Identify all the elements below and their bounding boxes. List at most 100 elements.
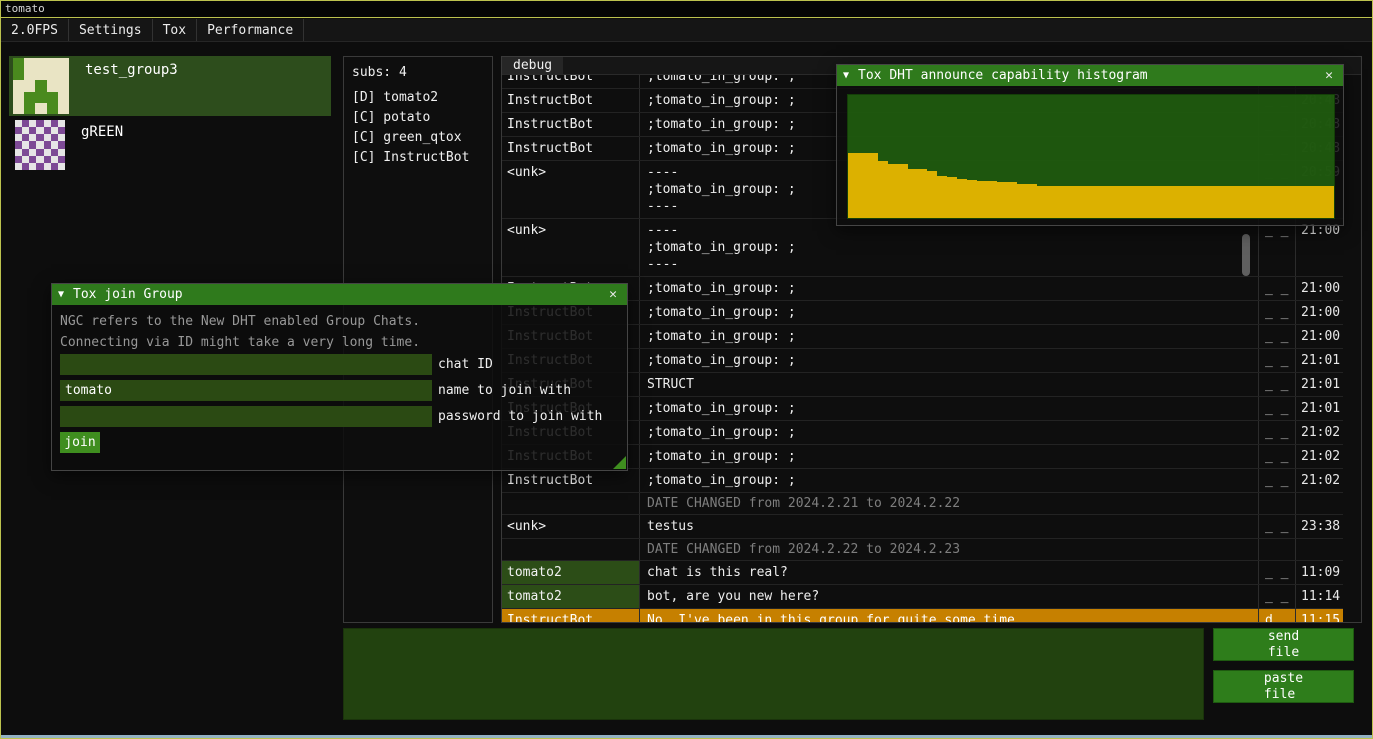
chat-time: 11:09	[1295, 561, 1343, 584]
chat-message-row[interactable]: InstructBot;tomato_in_group: ;_ _21:00	[502, 325, 1343, 349]
chat-message-row[interactable]: InstructBot;tomato_in_group: ;_ _21:02	[502, 445, 1343, 469]
histogram-bar	[1265, 186, 1275, 218]
collapse-icon[interactable]: ▼	[843, 70, 849, 81]
chat-message: ;tomato_in_group: ;	[639, 349, 1258, 372]
chat-sender: InstructBot	[502, 469, 639, 492]
paste-file-button[interactable]: paste file	[1213, 670, 1354, 703]
chat-message: chat is this real?	[639, 561, 1258, 584]
chat-flags: _ _	[1258, 421, 1295, 444]
chat-message: DATE CHANGED from 2024.2.22 to 2024.2.23	[639, 539, 1258, 560]
send-file-button[interactable]: send file	[1213, 628, 1354, 661]
histogram-bar	[1076, 186, 1086, 218]
chat-time	[1295, 539, 1343, 560]
histogram-bar	[957, 179, 967, 218]
chat-id-label: chat ID	[438, 354, 493, 375]
chat-message-row[interactable]: InstructBot;tomato_in_group: ;_ _21:01	[502, 397, 1343, 421]
join-button[interactable]: join	[60, 432, 100, 453]
chat-message-row[interactable]: tomato2chat is this real?_ _11:09	[502, 561, 1343, 585]
contact-row-gREEN[interactable]: gREEN	[9, 118, 331, 172]
chat-scrollbar[interactable]	[1242, 234, 1250, 276]
join-name-input[interactable]	[60, 380, 432, 401]
chat-time: 11:14	[1295, 585, 1343, 608]
histogram-bar	[1245, 186, 1255, 218]
histogram-bar	[908, 169, 918, 218]
window-titlebar[interactable]: tomato	[1, 1, 1372, 18]
join-window-body: NGC refers to the New DHT enabled Group …	[52, 305, 627, 470]
histogram-bar	[1314, 186, 1324, 218]
tab-debug[interactable]: debug	[502, 57, 563, 74]
member-item[interactable]: [C] potato	[352, 108, 492, 128]
chat-flags: _ _	[1258, 373, 1295, 396]
join-password-input[interactable]	[60, 406, 432, 427]
histogram-plot	[847, 94, 1335, 219]
chat-time: 11:15	[1295, 609, 1343, 622]
menu-settings[interactable]: Settings	[69, 19, 153, 41]
join-window-titlebar[interactable]: ▼ Tox join Group ✕	[52, 284, 627, 305]
histogram-bar	[937, 176, 947, 218]
chat-message-row[interactable]: tomato2bot, are you new here?_ _11:14	[502, 585, 1343, 609]
histogram-bar	[927, 171, 937, 218]
chat-flags	[1258, 493, 1295, 514]
chat-id-input[interactable]	[60, 354, 432, 375]
chat-time: 21:00	[1295, 325, 1343, 348]
chat-time: 21:01	[1295, 397, 1343, 420]
chat-message-row[interactable]: <unk>---- ;tomato_in_group: ; ----_ _21:…	[502, 219, 1343, 277]
chat-message-row[interactable]: InstructBot;tomato_in_group: ;_ _21:02	[502, 421, 1343, 445]
close-icon[interactable]: ✕	[605, 287, 621, 302]
group-avatar	[13, 58, 69, 114]
histogram-bar	[1255, 186, 1265, 218]
chat-system-row: DATE CHANGED from 2024.2.21 to 2024.2.22	[502, 493, 1343, 515]
contact-row-test_group3[interactable]: test_group3	[9, 56, 331, 116]
chat-time: 21:02	[1295, 421, 1343, 444]
chat-message-row[interactable]: InstructBot;tomato_in_group: ;_ _21:00	[502, 301, 1343, 325]
histogram-window-titlebar[interactable]: ▼ Tox DHT announce capability histogram …	[837, 65, 1343, 86]
chat-sender: <unk>	[502, 219, 639, 276]
close-icon[interactable]: ✕	[1321, 68, 1337, 83]
histogram-bar	[1146, 186, 1156, 218]
chat-time	[1295, 493, 1343, 514]
histogram-bar	[987, 181, 997, 218]
chat-message-row[interactable]: InstructBotNo, I've been in this group f…	[502, 609, 1343, 622]
member-item[interactable]: [D] tomato2	[352, 88, 492, 108]
histogram-window-title: Tox DHT announce capability histogram	[858, 68, 1148, 83]
histogram-bar	[977, 181, 987, 218]
chat-message-row[interactable]: InstructBot;tomato_in_group: ;_ _21:00	[502, 277, 1343, 301]
chat-message: No, I've been in this group for quite so…	[639, 609, 1258, 622]
chat-message-row[interactable]: InstructBot;tomato_in_group: ;_ _21:02	[502, 469, 1343, 493]
collapse-icon[interactable]: ▼	[58, 289, 64, 300]
chat-flags: _ _	[1258, 469, 1295, 492]
chat-message: ;tomato_in_group: ;	[639, 277, 1258, 300]
subs-count-label: subs: 4	[344, 57, 492, 80]
chat-flags: _ _	[1258, 515, 1295, 538]
chat-message-row[interactable]: <unk>testus_ _23:38	[502, 515, 1343, 539]
histogram-window: ▼ Tox DHT announce capability histogram …	[836, 64, 1344, 226]
chat-message: bot, are you new here?	[639, 585, 1258, 608]
histogram-bar	[1185, 186, 1195, 218]
chat-message: STRUCT	[639, 373, 1258, 396]
chat-flags: _ _	[1258, 445, 1295, 468]
chat-sender	[502, 539, 639, 560]
chat-message: ;tomato_in_group: ;	[639, 421, 1258, 444]
window-resize-edge	[1, 735, 1372, 738]
resize-grip[interactable]	[613, 456, 626, 469]
histogram-bar	[1027, 184, 1037, 218]
histogram-bar	[1285, 186, 1295, 218]
histogram-bar	[1166, 186, 1176, 218]
histogram-bar	[1294, 186, 1304, 218]
chat-message-row[interactable]: InstructBotSTRUCT_ _21:01	[502, 373, 1343, 397]
chat-message: ;tomato_in_group: ;	[639, 445, 1258, 468]
chat-time: 21:00	[1295, 277, 1343, 300]
menu-tox[interactable]: Tox	[153, 19, 197, 41]
join-group-window: ▼ Tox join Group ✕ NGC refers to the New…	[51, 283, 628, 471]
chat-sender: InstructBot	[502, 89, 639, 112]
chat-flags	[1258, 539, 1295, 560]
histogram-bar	[858, 153, 868, 218]
menu-performance[interactable]: Performance	[197, 19, 304, 41]
chat-message-row[interactable]: InstructBot;tomato_in_group: ;_ _21:01	[502, 349, 1343, 373]
histogram-bar	[997, 182, 1007, 218]
chat-message: ;tomato_in_group: ;	[639, 397, 1258, 420]
histogram-bar	[1156, 186, 1166, 218]
compose-input[interactable]	[343, 628, 1204, 720]
member-item[interactable]: [C] InstructBot	[352, 148, 492, 168]
member-item[interactable]: [C] green_qtox	[352, 128, 492, 148]
